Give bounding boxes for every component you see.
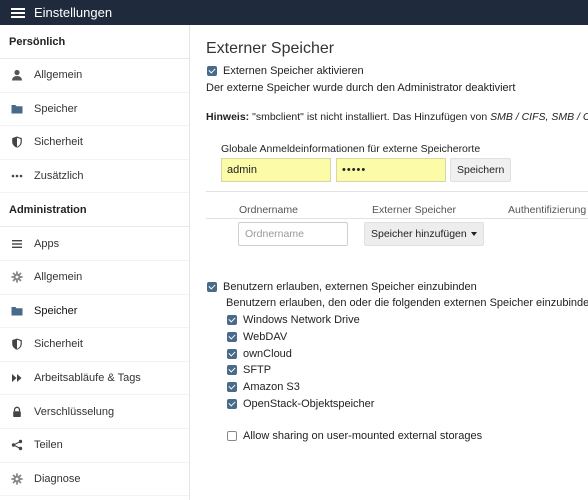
sidebar-item-label: Zusätzlich xyxy=(34,170,84,183)
more-icon xyxy=(11,170,23,182)
allow-user-mounting-sub: Benutzern erlauben, den oder die folgend… xyxy=(226,297,588,309)
main-content: Externer Speicher Externen Speicher akti… xyxy=(190,25,588,500)
sharing-user-mounted-checkbox[interactable] xyxy=(227,431,237,441)
add-storage-label: Speicher hinzufügen xyxy=(371,228,467,240)
backend-label: Amazon S3 xyxy=(243,381,300,394)
backend-row-openstack-objektspeicher[interactable]: OpenStack-Objektspeicher xyxy=(227,398,374,410)
backend-checkbox[interactable] xyxy=(227,348,237,359)
backend-label: Windows Network Drive xyxy=(243,314,360,326)
table-header-divider xyxy=(206,218,588,219)
sidebar-item-label: Apps xyxy=(34,237,60,250)
column-header-folder: Ordnername xyxy=(239,204,298,216)
table-top-divider xyxy=(206,191,588,192)
enable-external-storage-checkbox[interactable] xyxy=(207,66,217,76)
sidebar-item-label: Speicher xyxy=(34,304,78,317)
sidebar-item-label: Speicher xyxy=(34,102,78,115)
sidebar-section-administration: Administration xyxy=(0,193,189,228)
share-icon xyxy=(11,439,23,451)
column-header-authentication: Authentifizierung xyxy=(508,204,587,216)
fast-forward-icon xyxy=(11,372,23,384)
backend-row-sftp[interactable]: SFTP xyxy=(227,364,271,376)
hint-italic: SMB / CIFS, SMB / CIFS xyxy=(490,111,588,123)
folder-name-input[interactable]: Ordnername xyxy=(238,222,348,246)
sidebar-item-personal-allgemein[interactable]: Allgemein xyxy=(0,59,189,93)
sidebar-item-admin-allgemein[interactable]: Allgemein xyxy=(0,261,189,295)
app-title: Einstellungen xyxy=(34,5,113,20)
sidebar: Persönlich Allgemein Speicher Sicherheit Zu… xyxy=(0,25,190,500)
enable-external-storage-row[interactable]: Externen Speicher aktivieren xyxy=(207,65,364,77)
backend-checkbox[interactable] xyxy=(227,331,237,342)
hint-label: Hinweis: xyxy=(206,111,250,123)
backend-row-owncloud[interactable]: ownCloud xyxy=(227,348,292,360)
folder-icon xyxy=(11,103,23,115)
backend-label: SFTP xyxy=(243,364,272,377)
enable-external-storage-label: Externen Speicher aktivieren xyxy=(223,65,364,77)
top-bar: Einstellungen xyxy=(0,0,588,25)
sidebar-section-personal: Persönlich xyxy=(0,25,189,59)
gear-icon xyxy=(11,473,23,485)
sharing-user-mounted-row[interactable]: Allow sharing on user-mounted external s… xyxy=(227,430,482,442)
caret-down-icon xyxy=(470,232,477,236)
shield-icon xyxy=(11,136,23,149)
backend-row-windows-network-drive[interactable]: Windows Network Drive xyxy=(227,314,360,326)
sidebar-item-admin-apps[interactable]: Apps xyxy=(0,227,189,261)
hint-text: "smbclient" ist nicht installiert. Das H… xyxy=(249,111,491,123)
backend-label: WebDAV xyxy=(243,330,288,343)
page-title: Externer Speicher xyxy=(206,40,335,57)
backend-label: OpenStack-Objektspeicher xyxy=(243,398,375,410)
global-password-input[interactable]: ••••• xyxy=(336,158,446,182)
lock-icon xyxy=(11,406,23,418)
sidebar-item-label: Allgemein xyxy=(34,69,83,82)
sidebar-item-admin-diagnose[interactable]: Diagnose xyxy=(0,463,189,497)
sidebar-item-personal-sicherheit[interactable]: Sicherheit xyxy=(0,126,189,160)
sidebar-item-label: Arbeitsabläufe & Tags xyxy=(34,372,141,385)
sidebar-item-label: Sicherheit xyxy=(34,338,83,351)
hamburger-menu-icon[interactable] xyxy=(11,7,25,18)
backend-checkbox[interactable] xyxy=(227,382,237,393)
sidebar-item-label: Allgemein xyxy=(34,271,83,284)
add-storage-dropdown[interactable]: Speicher hinzufügen xyxy=(364,222,484,246)
save-credentials-button[interactable]: Speichern xyxy=(450,158,512,182)
backend-checkbox[interactable] xyxy=(227,315,237,325)
sidebar-item-personal-zusaetzlich[interactable]: Zusätzlich xyxy=(0,160,189,194)
sidebar-item-admin-verschluesselung[interactable]: Verschlüsselung xyxy=(0,395,189,429)
allow-user-mounting-checkbox[interactable] xyxy=(207,282,217,292)
sidebar-item-admin-teilen[interactable]: Teilen xyxy=(0,429,189,463)
sidebar-item-admin-sicherheit[interactable]: Sicherheit xyxy=(0,328,189,362)
column-header-external-storage: Externer Speicher xyxy=(372,204,457,216)
sharing-user-mounted-label: Allow sharing on user-mounted external s… xyxy=(243,430,483,442)
backend-row-webdav[interactable]: WebDAV xyxy=(227,331,287,343)
smbclient-hint: Hinweis: "smbclient" ist nicht installie… xyxy=(206,111,588,123)
backend-label: ownCloud xyxy=(243,347,292,360)
sidebar-item-label: Diagnose xyxy=(34,472,81,485)
disabled-note: Der externe Speicher wurde durch den Adm… xyxy=(206,82,516,94)
backend-checkbox[interactable] xyxy=(227,399,237,409)
list-icon xyxy=(11,238,23,250)
sidebar-item-admin-speicher[interactable]: Speicher xyxy=(0,295,189,329)
shield-icon xyxy=(11,338,23,351)
sidebar-item-personal-speicher[interactable]: Speicher xyxy=(0,93,189,127)
sidebar-item-admin-arbeitsablaeufe-tags[interactable]: Arbeitsabläufe & Tags xyxy=(0,362,189,396)
global-username-input[interactable]: admin xyxy=(221,158,331,182)
sidebar-item-label: Teilen xyxy=(34,439,63,452)
global-credentials-label: Globale Anmeldeinformationen für externe… xyxy=(221,143,481,155)
gear-icon xyxy=(11,271,23,283)
allow-user-mounting-label: Benutzern erlauben, externen Speicher ei… xyxy=(223,281,477,293)
user-icon xyxy=(11,69,23,81)
backend-row-amazon-s3[interactable]: Amazon S3 xyxy=(227,381,300,393)
folder-icon xyxy=(11,305,23,317)
sidebar-item-label: Sicherheit xyxy=(34,136,83,149)
backend-checkbox[interactable] xyxy=(227,365,237,376)
allow-user-mounting-row[interactable]: Benutzern erlauben, externen Speicher ei… xyxy=(207,281,477,293)
sidebar-item-label: Verschlüsselung xyxy=(34,405,115,418)
